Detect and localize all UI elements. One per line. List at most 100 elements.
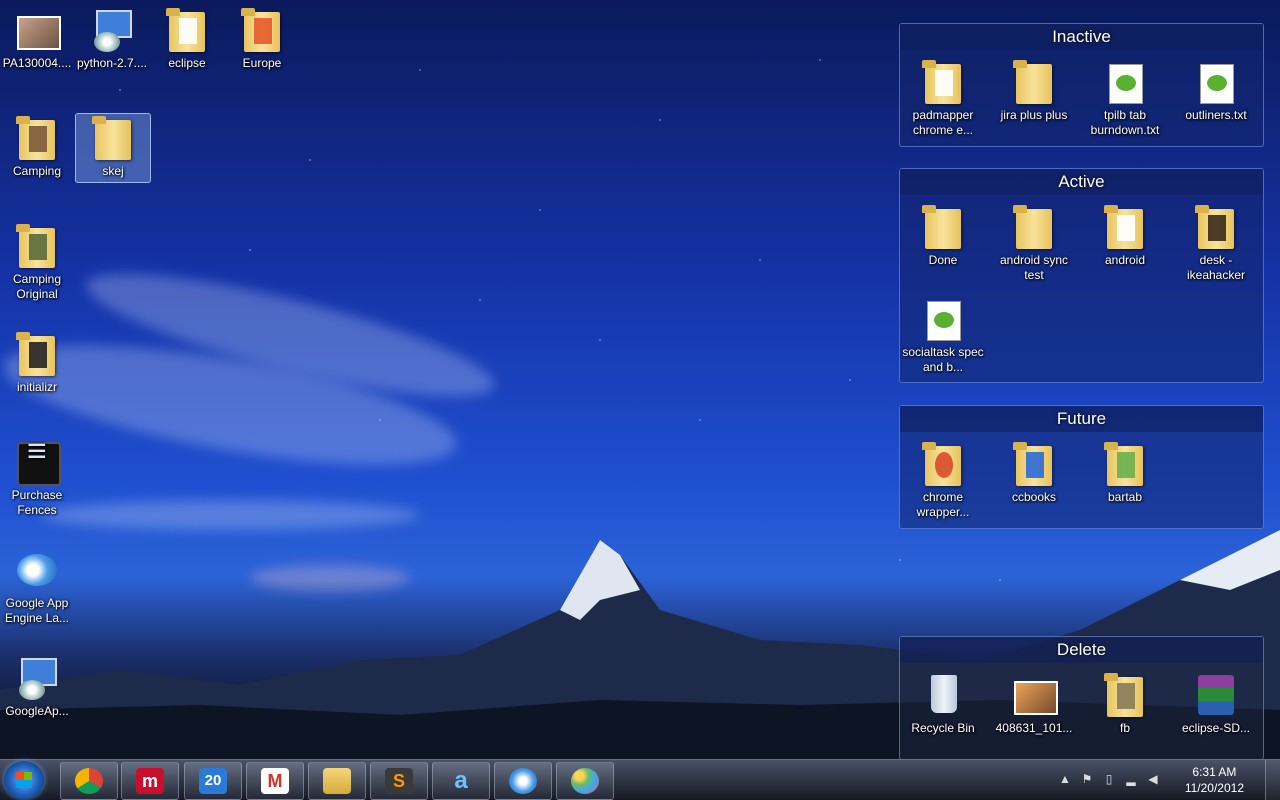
desktop-icon-initializr[interactable]: initializr	[0, 330, 74, 395]
folder-icon	[16, 116, 55, 160]
chrome-icon	[75, 768, 103, 794]
app-engine-launcher-icon	[509, 768, 537, 794]
fence-item[interactable]: Recycle Bin	[900, 671, 986, 736]
desktop-icon-label: Camping	[12, 164, 62, 178]
fence-item-label: android sync test	[999, 253, 1069, 282]
fence-item[interactable]: desk - ikeahacker	[1173, 203, 1259, 283]
folder-icon	[16, 332, 55, 376]
recycle-bin-icon	[931, 675, 957, 713]
taskbar-explorer[interactable]	[308, 762, 366, 800]
folder-icon	[1104, 205, 1143, 249]
fence-item[interactable]: Done	[900, 203, 986, 268]
aptana-icon: a	[454, 767, 468, 794]
taskbar-gmail[interactable]: M	[246, 762, 304, 800]
desktop-icon-label: eclipse	[168, 56, 206, 70]
fence-item[interactable]: fb	[1082, 671, 1168, 736]
battery-icon[interactable]: ▯	[1102, 772, 1116, 786]
explorer-icon	[323, 768, 351, 794]
taskbar-calendar[interactable]: 20	[184, 762, 242, 800]
notepad-icon	[927, 301, 961, 341]
fence-item[interactable]: bartab	[1082, 440, 1168, 505]
desktop-icon-python[interactable]: python-2.7....	[75, 6, 149, 71]
folder-icon	[1013, 60, 1052, 104]
fence-item-label: fb	[1119, 721, 1130, 735]
notepad-icon	[1200, 64, 1234, 104]
taskbar-mendeley[interactable]: m	[121, 762, 179, 800]
taskbar-app-engine[interactable]	[494, 762, 552, 800]
fence-item[interactable]: 408631_101...	[991, 671, 1077, 736]
fence-item[interactable]: socialtask spec and b...	[900, 295, 986, 375]
fence-title[interactable]: Inactive	[900, 24, 1263, 50]
fence-delete[interactable]: Delete Recycle Bin 408631_101... fb ecli…	[899, 636, 1264, 760]
fence-item-label: tpilb tab burndown.txt	[1090, 108, 1160, 137]
system-tray: ▲ ⚑ ▯ ▂ ◀ 6:31 AM 11/20/2012	[1050, 760, 1280, 800]
fence-item-label: outliners.txt	[1185, 108, 1247, 122]
fence-item[interactable]: chrome wrapper...	[900, 440, 986, 520]
desktop-icon-purchase-fences[interactable]: Purchase Fences	[0, 438, 74, 518]
folder-icon	[1104, 442, 1143, 486]
fence-item[interactable]: android sync test	[991, 203, 1077, 283]
fence-active[interactable]: Active Done android sync test android de…	[899, 168, 1264, 383]
clock[interactable]: 6:31 AM 11/20/2012	[1185, 764, 1244, 796]
folder-icon	[16, 224, 55, 268]
fence-item[interactable]: eclipse-SD...	[1173, 671, 1259, 736]
desktop-icon-skej[interactable]: skej	[75, 113, 151, 183]
fence-item[interactable]: ccbooks	[991, 440, 1077, 505]
sublime-icon: S	[385, 768, 413, 794]
installer-icon	[94, 10, 132, 52]
desktop-icon-label: Europe	[242, 56, 282, 70]
installer-icon	[19, 658, 57, 700]
fence-item-label: jira plus plus	[1000, 108, 1068, 122]
taskbar-chrome[interactable]	[60, 762, 118, 800]
winrar-archive-icon	[1198, 675, 1234, 715]
taskbar-paint[interactable]	[556, 762, 614, 800]
desktop-icon-label: python-2.7....	[76, 56, 148, 70]
fence-item-label: ccbooks	[1011, 490, 1057, 504]
desktop-icon-camping[interactable]: Camping	[0, 114, 74, 179]
fence-item-label: socialtask spec and b...	[902, 345, 984, 374]
fence-item[interactable]: android	[1082, 203, 1168, 268]
desktop-icon-camping-original[interactable]: Camping Original	[0, 222, 74, 302]
fences-icon	[17, 442, 61, 486]
desktop-icon-googleap[interactable]: GoogleAp...	[0, 654, 74, 719]
folder-icon	[1104, 673, 1143, 717]
gmail-icon: M	[261, 768, 289, 794]
fence-item-label: android	[1104, 253, 1146, 267]
folder-icon	[922, 442, 961, 486]
fence-inactive[interactable]: Inactive padmapper chrome e... jira plus…	[899, 23, 1264, 147]
desktop-icon-label: initializr	[16, 380, 57, 394]
app-engine-launcher-icon	[17, 554, 57, 586]
photo-icon	[1014, 681, 1058, 715]
paint-icon	[571, 768, 599, 794]
network-icon[interactable]: ▂	[1124, 772, 1138, 786]
calendar-icon: 20	[199, 768, 227, 794]
desktop-icon-pa130004[interactable]: PA130004....	[0, 6, 74, 71]
show-desktop-button[interactable]	[1265, 760, 1280, 800]
folder-icon	[241, 8, 280, 52]
desktop-icon-eclipse[interactable]: eclipse	[150, 6, 224, 71]
start-button[interactable]	[4, 761, 44, 799]
volume-icon[interactable]: ◀	[1146, 772, 1160, 786]
fence-item[interactable]: outliners.txt	[1173, 58, 1259, 123]
fence-title[interactable]: Future	[900, 406, 1263, 432]
taskbar: m 20 M S a ▲ ⚑ ▯ ▂ ◀ 6:31 AM 11/20/2012	[0, 759, 1280, 800]
folder-icon	[92, 116, 131, 160]
fence-item[interactable]: jira plus plus	[991, 58, 1077, 123]
fence-item-label: chrome wrapper...	[916, 490, 970, 519]
fence-future[interactable]: Future chrome wrapper... ccbooks bartab	[899, 405, 1264, 529]
fence-item-label: eclipse-SD...	[1181, 721, 1251, 735]
fence-item-label: padmapper chrome e...	[912, 108, 974, 137]
fence-title[interactable]: Delete	[900, 637, 1263, 663]
desktop-icon-label: Camping Original	[12, 272, 62, 301]
fence-item[interactable]: tpilb tab burndown.txt	[1082, 58, 1168, 138]
taskbar-sublime[interactable]: S	[370, 762, 428, 800]
taskbar-aptana[interactable]: a	[432, 762, 490, 800]
wallpaper-cloud	[77, 250, 503, 420]
fence-title[interactable]: Active	[900, 169, 1263, 195]
desktop-icon-label: GoogleAp...	[5, 704, 69, 718]
action-center-icon[interactable]: ⚑	[1080, 772, 1094, 786]
desktop-icon-europe[interactable]: Europe	[225, 6, 299, 71]
fence-item[interactable]: padmapper chrome e...	[900, 58, 986, 138]
show-hidden-icons[interactable]: ▲	[1058, 772, 1072, 786]
desktop-icon-gae-launcher[interactable]: Google App Engine La...	[0, 546, 74, 626]
